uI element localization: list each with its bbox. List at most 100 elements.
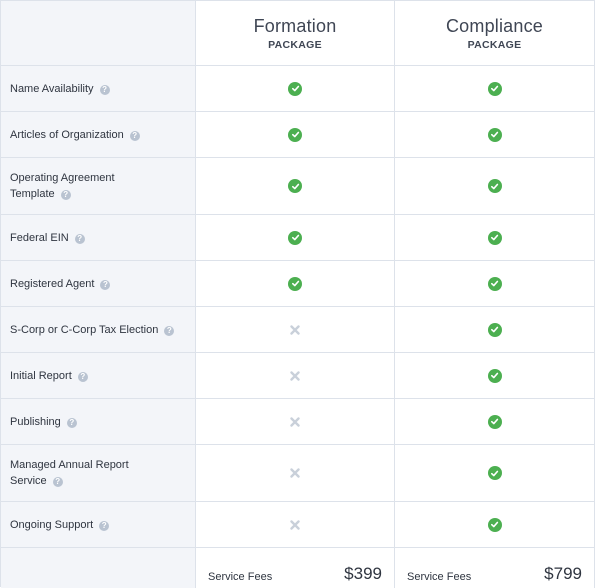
feature-row: Operating Agreement Template? bbox=[1, 158, 595, 215]
feature-label-text: Articles of Organization bbox=[10, 128, 124, 141]
formation-status-cell bbox=[196, 112, 395, 157]
package-title: Formation bbox=[253, 15, 337, 36]
formation-status-cell bbox=[196, 445, 395, 501]
feature-label: Name Availability? bbox=[10, 81, 110, 97]
check-circle-icon bbox=[487, 276, 502, 291]
feature-label: Articles of Organization? bbox=[10, 127, 140, 143]
check-circle-icon bbox=[487, 414, 502, 429]
feature-label: Registered Agent? bbox=[10, 276, 111, 292]
feature-label: S-Corp or C-Corp Tax Election? bbox=[10, 322, 175, 338]
feature-label-text: Federal EIN bbox=[10, 231, 69, 244]
fees-row: Service Fees $399 Service Fees $799 bbox=[1, 548, 595, 588]
compliance-status-cell bbox=[395, 445, 595, 501]
feature-label: Publishing? bbox=[10, 414, 77, 430]
feature-label-text: Managed Annual Report Service bbox=[10, 459, 129, 487]
question-circle-icon[interactable]: ? bbox=[77, 371, 88, 382]
compliance-status-cell bbox=[395, 215, 595, 260]
compliance-status-cell bbox=[395, 112, 595, 157]
feature-row: Managed Annual Report Service? bbox=[1, 445, 595, 502]
feature-row: Initial Report? bbox=[1, 353, 595, 399]
feature-label-text: S-Corp or C-Corp Tax Election bbox=[10, 323, 159, 336]
compliance-status-cell bbox=[395, 502, 595, 547]
compliance-package-header: Compliance PACKAGE bbox=[395, 1, 595, 65]
feature-label-text: Initial Report bbox=[10, 369, 72, 382]
question-circle-icon[interactable]: ? bbox=[52, 477, 63, 487]
formation-status-cell bbox=[196, 215, 395, 260]
header-row: Formation PACKAGE Compliance PACKAGE bbox=[1, 1, 595, 66]
check-circle-icon bbox=[288, 127, 302, 142]
feature-row: Publishing? bbox=[1, 399, 595, 445]
x-mark-icon bbox=[289, 370, 301, 382]
package-subtitle: PACKAGE bbox=[467, 38, 522, 51]
package-title: Compliance bbox=[445, 15, 544, 36]
question-circle-icon[interactable]: ? bbox=[99, 84, 110, 95]
feature-label-cell: Registered Agent? bbox=[1, 261, 196, 306]
feature-label-cell: Name Availability? bbox=[1, 66, 196, 111]
compliance-status-cell bbox=[395, 399, 595, 444]
feature-row: Registered Agent? bbox=[1, 261, 595, 307]
fees-empty-cell bbox=[1, 548, 196, 588]
package-comparison-table: Formation PACKAGE Compliance PACKAGE Nam… bbox=[0, 0, 595, 588]
feature-label-text: Publishing bbox=[10, 415, 61, 428]
compliance-fee-cell: Service Fees $799 bbox=[395, 548, 595, 588]
check-circle-icon bbox=[288, 276, 302, 291]
x-mark-icon bbox=[289, 416, 301, 428]
feature-label-text: Name Availability bbox=[10, 82, 94, 95]
formation-status-cell bbox=[196, 399, 395, 444]
check-circle-icon bbox=[487, 179, 502, 193]
feature-label-cell: Articles of Organization? bbox=[1, 112, 196, 157]
formation-fee-cell: Service Fees $399 bbox=[196, 548, 395, 588]
x-mark-icon bbox=[289, 467, 301, 479]
feature-label: Initial Report? bbox=[10, 368, 88, 384]
formation-status-cell bbox=[196, 307, 395, 352]
compliance-status-cell bbox=[395, 158, 595, 214]
feature-label-cell: Operating Agreement Template? bbox=[1, 158, 196, 214]
package-subtitle: PACKAGE bbox=[268, 38, 322, 51]
check-circle-icon bbox=[288, 81, 302, 96]
check-circle-icon bbox=[487, 322, 502, 337]
formation-status-cell bbox=[196, 66, 395, 111]
question-circle-icon[interactable]: ? bbox=[74, 233, 85, 244]
check-circle-icon bbox=[487, 517, 502, 532]
formation-status-cell bbox=[196, 158, 395, 214]
feature-label-cell: Federal EIN? bbox=[1, 215, 196, 260]
feature-label-cell: Ongoing Support? bbox=[1, 502, 196, 547]
feature-label: Federal EIN? bbox=[10, 230, 85, 246]
check-circle-icon bbox=[288, 230, 302, 245]
question-circle-icon[interactable]: ? bbox=[100, 279, 111, 290]
service-fees-label: Service Fees bbox=[407, 571, 472, 583]
feature-rows: Name Availability? Articles of Organizati… bbox=[1, 66, 595, 548]
question-circle-icon[interactable]: ? bbox=[99, 520, 110, 531]
question-circle-icon[interactable]: ? bbox=[129, 130, 140, 141]
formation-status-cell bbox=[196, 261, 395, 306]
feature-label-text: Ongoing Support bbox=[10, 518, 94, 531]
feature-label-cell: Initial Report? bbox=[1, 353, 196, 398]
feature-row: S-Corp or C-Corp Tax Election? bbox=[1, 307, 595, 353]
formation-status-cell bbox=[196, 353, 395, 398]
feature-label: Operating Agreement Template? bbox=[10, 170, 135, 202]
check-circle-icon bbox=[288, 179, 302, 193]
formation-status-cell bbox=[196, 502, 395, 547]
x-mark-icon bbox=[289, 519, 301, 531]
header-empty-cell bbox=[1, 1, 196, 65]
formation-package-header: Formation PACKAGE bbox=[196, 1, 395, 65]
feature-label-cell: Publishing? bbox=[1, 399, 196, 444]
check-circle-icon bbox=[487, 466, 502, 480]
feature-label: Managed Annual Report Service? bbox=[10, 457, 145, 489]
feature-label: Ongoing Support? bbox=[10, 517, 110, 533]
x-mark-icon bbox=[289, 324, 301, 336]
question-circle-icon[interactable]: ? bbox=[60, 190, 71, 200]
compliance-status-cell bbox=[395, 307, 595, 352]
feature-row: Ongoing Support? bbox=[1, 502, 595, 548]
compliance-status-cell bbox=[395, 261, 595, 306]
check-circle-icon bbox=[487, 127, 502, 142]
feature-label-cell: Managed Annual Report Service? bbox=[1, 445, 196, 501]
feature-row: Federal EIN? bbox=[1, 215, 595, 261]
question-circle-icon[interactable]: ? bbox=[66, 417, 77, 428]
question-circle-icon[interactable]: ? bbox=[164, 325, 175, 336]
feature-row: Articles of Organization? bbox=[1, 112, 595, 158]
feature-label-cell: S-Corp or C-Corp Tax Election? bbox=[1, 307, 196, 352]
check-circle-icon bbox=[487, 81, 502, 96]
compliance-status-cell bbox=[395, 353, 595, 398]
service-fee-price: $799 bbox=[544, 564, 582, 583]
